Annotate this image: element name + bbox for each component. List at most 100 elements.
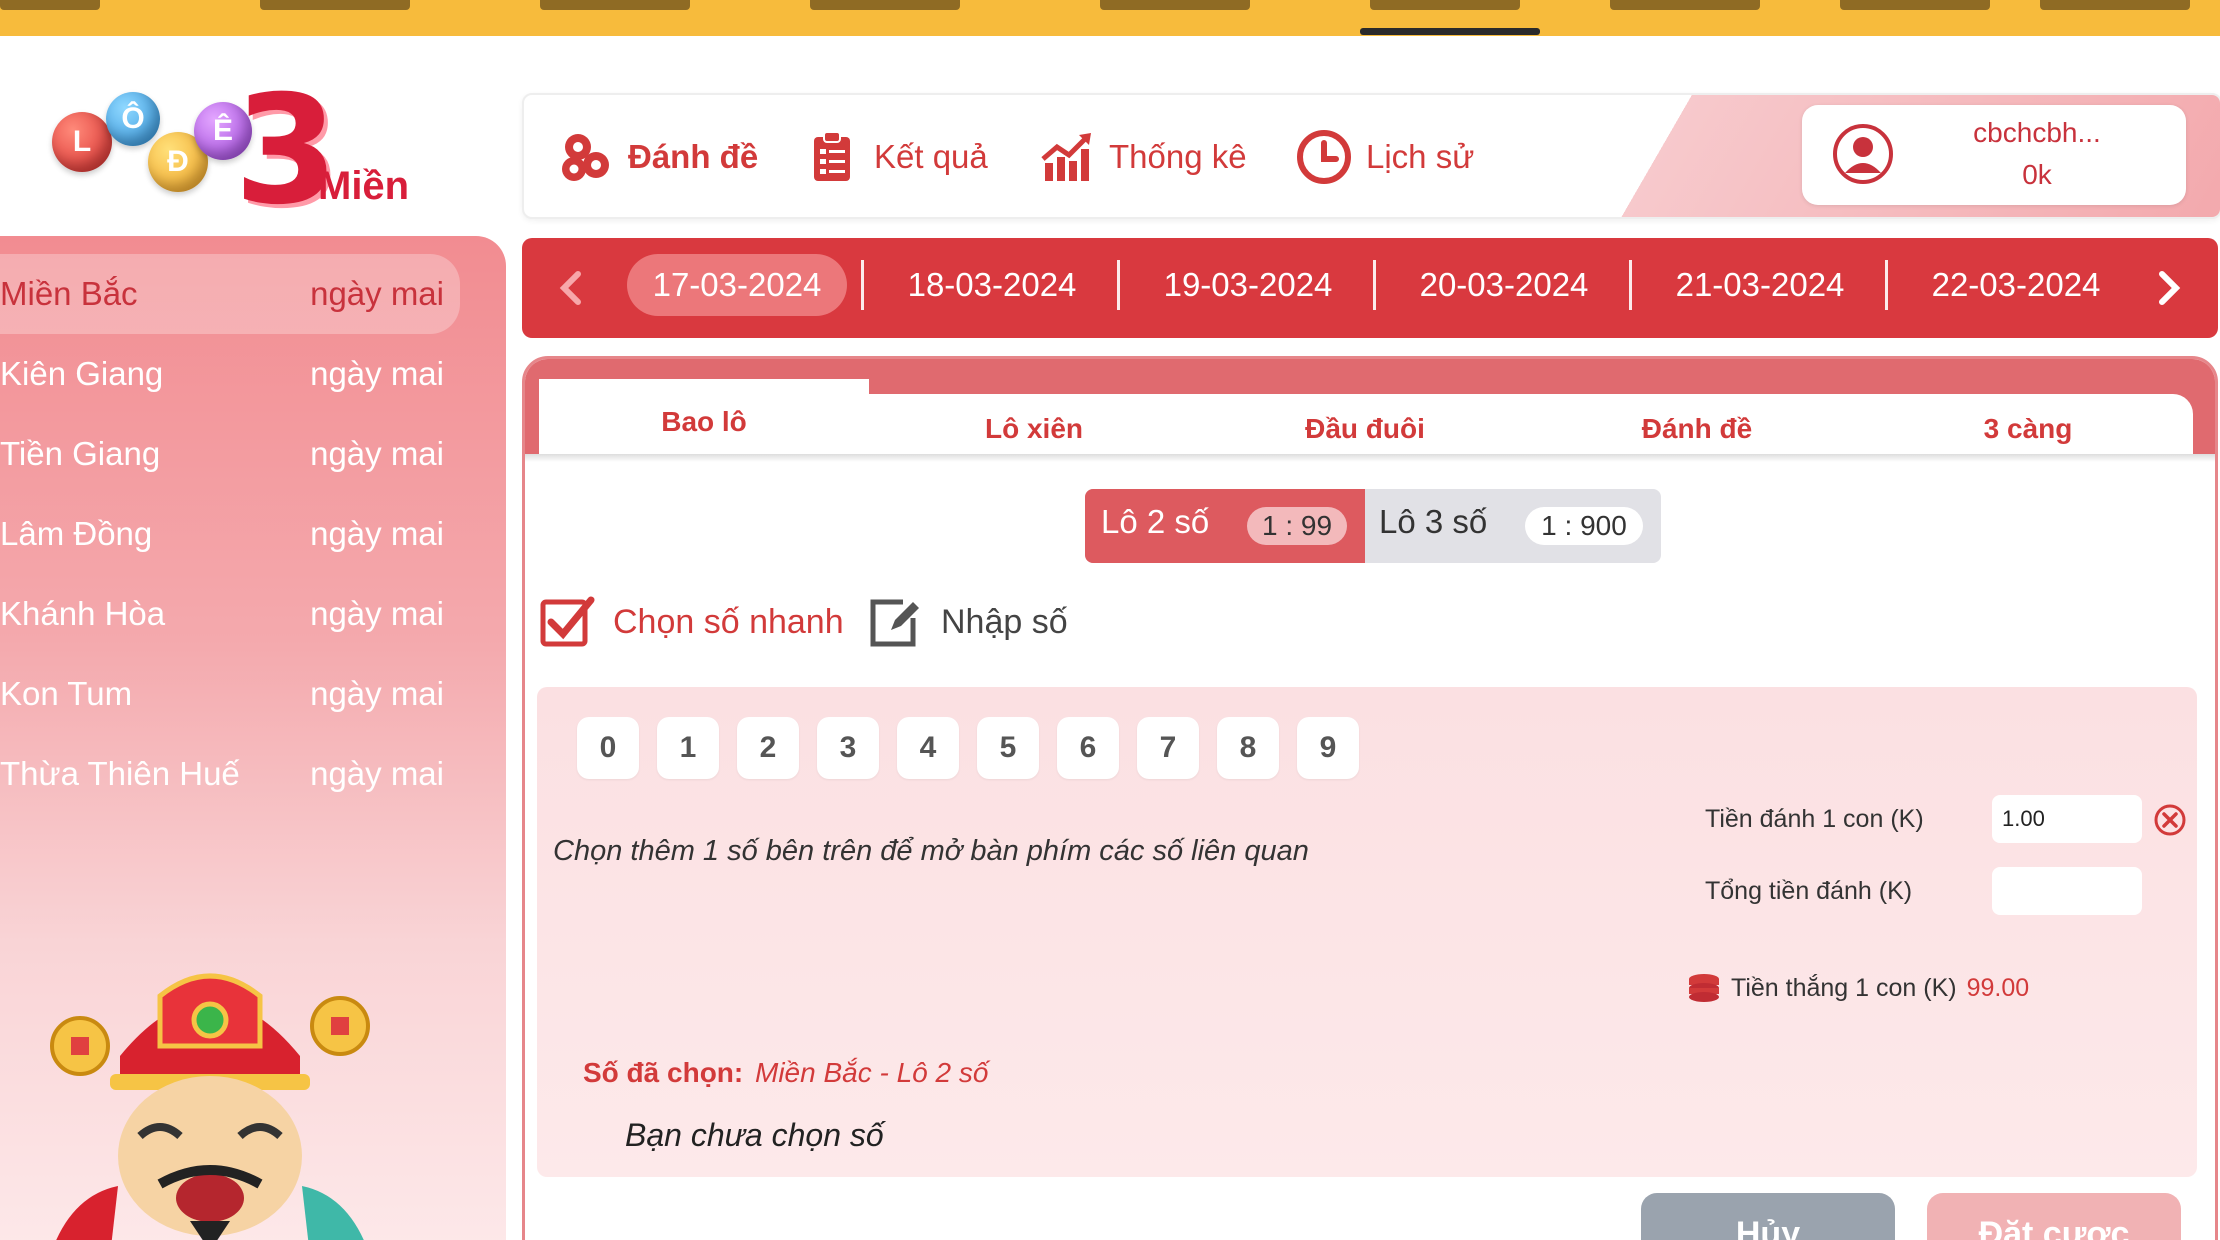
- date-selector: 17-03-2024 18-03-2024 19-03-2024 20-03-2…: [522, 238, 2218, 338]
- user-avatar-icon: [1833, 124, 1893, 184]
- clock-icon: [1296, 129, 1352, 185]
- stake-label: Tiền đánh 1 con (K): [1705, 805, 1924, 833]
- clear-stake-icon[interactable]: [2153, 803, 2187, 837]
- option-label: Lô 3 số: [1379, 503, 1488, 540]
- top-nav-item[interactable]: [1100, 0, 1250, 10]
- sidebar-item-lam-dong[interactable]: Lâm Đồng ngày mai: [0, 494, 460, 574]
- checkbox-checked-icon: [540, 596, 595, 647]
- date-item[interactable]: 22-03-2024: [1906, 254, 2126, 316]
- total-input[interactable]: [1992, 867, 2142, 915]
- chosen-summary: Miền Bắc - Lô 2 số: [755, 1057, 989, 1088]
- lo-2-so-option[interactable]: Lô 2 số 1 : 99: [1085, 489, 1365, 563]
- prev-date-button[interactable]: [546, 262, 596, 314]
- top-nav-item[interactable]: [0, 0, 100, 10]
- place-bet-button[interactable]: Đặt cược: [1927, 1193, 2181, 1240]
- digit-button[interactable]: 7: [1137, 717, 1199, 779]
- menu-lich-su[interactable]: Lịch sử: [1296, 125, 1474, 189]
- region-name: Lâm Đồng: [0, 515, 153, 552]
- user-balance: 0k: [2022, 159, 2052, 190]
- date-separator: [1629, 260, 1632, 310]
- chart-icon: [1039, 129, 1095, 185]
- digit-button[interactable]: 0: [577, 717, 639, 779]
- tab-bao-lo[interactable]: Bao lô: [539, 379, 869, 464]
- sidebar-item-tien-giang[interactable]: Tiền Giang ngày mai: [0, 414, 460, 494]
- menu-ket-qua[interactable]: Kết quả: [804, 125, 988, 189]
- user-account-box[interactable]: cbchcbh... 0k: [1802, 105, 2186, 205]
- region-name: Miền Bắc: [0, 275, 138, 312]
- edit-note-icon: [870, 599, 919, 647]
- top-nav-item[interactable]: [1610, 0, 1760, 10]
- cancel-button[interactable]: Hủy: [1641, 1193, 1895, 1240]
- no-selection-text: Bạn chưa chọn số: [625, 1117, 884, 1153]
- region-draw-time: ngày mai: [310, 355, 444, 392]
- digit-button[interactable]: 6: [1057, 717, 1119, 779]
- digit-button[interactable]: 3: [817, 717, 879, 779]
- region-name: Thừa Thiên Huế: [0, 755, 240, 792]
- top-nav-item[interactable]: [540, 0, 690, 10]
- quick-pick-mode[interactable]: Chọn số nhanh: [539, 589, 844, 655]
- digit-button[interactable]: 8: [1217, 717, 1279, 779]
- logo-word: Miền: [318, 164, 410, 208]
- stake-input[interactable]: [1992, 795, 2142, 843]
- region-name: Kiên Giang: [0, 355, 164, 392]
- digit-button[interactable]: 4: [897, 717, 959, 779]
- tab-divider: [525, 454, 2215, 462]
- region-draw-time: ngày mai: [310, 595, 444, 632]
- manual-entry-mode[interactable]: Nhập số: [867, 589, 1068, 655]
- sidebar-item-kon-tum[interactable]: Kon Tum ngày mai: [0, 654, 460, 734]
- bet-type-switch: Lô 2 số 1 : 99 Lô 3 số 1 : 900: [1085, 489, 1661, 563]
- sidebar-item-khanh-hoa[interactable]: Khánh Hòa ngày mai: [0, 574, 460, 654]
- date-item[interactable]: 18-03-2024: [882, 254, 1102, 316]
- win-per-number: Tiền thắng 1 con (K) 99.00: [1687, 971, 2029, 1005]
- menu-danh-de[interactable]: Đánh đề: [558, 125, 758, 189]
- clipboard-icon: [804, 129, 860, 185]
- top-nav-item[interactable]: [1840, 0, 1990, 10]
- bet-panel: Bao lô Lô xiên Đầu đuôi Đánh đề 3 càng L…: [522, 356, 2218, 1240]
- region-name: Khánh Hòa: [0, 595, 166, 632]
- mode-label: Nhập số: [941, 602, 1068, 641]
- region-draw-time: ngày mai: [310, 515, 444, 552]
- date-separator: [1117, 260, 1120, 310]
- top-nav-item[interactable]: [260, 0, 410, 10]
- pick-hint: Chọn thêm 1 số bên trên để mở bàn phím c…: [553, 835, 1309, 867]
- active-tab-underline: [1360, 28, 1540, 35]
- lottery-balls-icon: [558, 129, 614, 185]
- number-pick-area: 0 1 2 3 4 5 6 7 8 9 Chọn thêm 1 số bên t…: [537, 687, 2197, 1177]
- date-item[interactable]: 19-03-2024: [1138, 254, 1358, 316]
- sidebar-item-thua-thien-hue[interactable]: Thừa Thiên Huế ngày mai: [0, 734, 460, 814]
- date-separator: [861, 260, 864, 310]
- sidebar-item-kien-giang[interactable]: Kiên Giang ngày mai: [0, 334, 460, 414]
- date-item[interactable]: 21-03-2024: [1650, 254, 1870, 316]
- mode-label: Chọn số nhanh: [613, 602, 844, 641]
- sidebar-item-mien-bac[interactable]: Miền Bắc ngày mai: [0, 254, 460, 334]
- digit-button[interactable]: 1: [657, 717, 719, 779]
- menu-label: Kết quả: [874, 138, 988, 175]
- top-nav-item[interactable]: [2040, 0, 2190, 10]
- god-of-wealth-mascot: [50, 973, 370, 1240]
- region-name: Kon Tum: [0, 675, 133, 712]
- logo-ball: L: [52, 112, 112, 172]
- site-logo[interactable]: L Ô Đ Ê 3 Miền: [48, 76, 428, 226]
- payout-ratio: 1 : 99: [1247, 507, 1347, 545]
- tab-label: Lô xiên: [984, 413, 1083, 444]
- top-nav-item-active[interactable]: [1370, 0, 1520, 10]
- digit-button[interactable]: 2: [737, 717, 799, 779]
- next-date-button[interactable]: [2144, 262, 2194, 314]
- digit-button[interactable]: 5: [977, 717, 1039, 779]
- date-item[interactable]: 20-03-2024: [1394, 254, 1614, 316]
- region-draw-time: ngày mai: [310, 755, 444, 792]
- logo-ball: Ô: [106, 92, 160, 146]
- date-item[interactable]: 17-03-2024: [627, 254, 847, 316]
- top-nav-item[interactable]: [810, 0, 960, 10]
- main-header: Đánh đề Kết quả Thống kê Lịch sử cbchcbh…: [522, 93, 2220, 219]
- tab-label: Đầu đuôi: [1305, 413, 1425, 444]
- menu-label: Đánh đề: [628, 138, 759, 175]
- option-label: Lô 2 số: [1101, 503, 1210, 540]
- menu-thong-ke[interactable]: Thống kê: [1039, 125, 1247, 189]
- lo-3-so-option[interactable]: Lô 3 số 1 : 900: [1365, 489, 1661, 563]
- chosen-label: Số đã chọn:: [583, 1057, 744, 1088]
- digit-button[interactable]: 9: [1297, 717, 1359, 779]
- tab-label: 3 càng: [1983, 413, 2073, 444]
- tab-label: Đánh đề: [1641, 413, 1753, 444]
- tab-label: Bao lô: [661, 405, 747, 437]
